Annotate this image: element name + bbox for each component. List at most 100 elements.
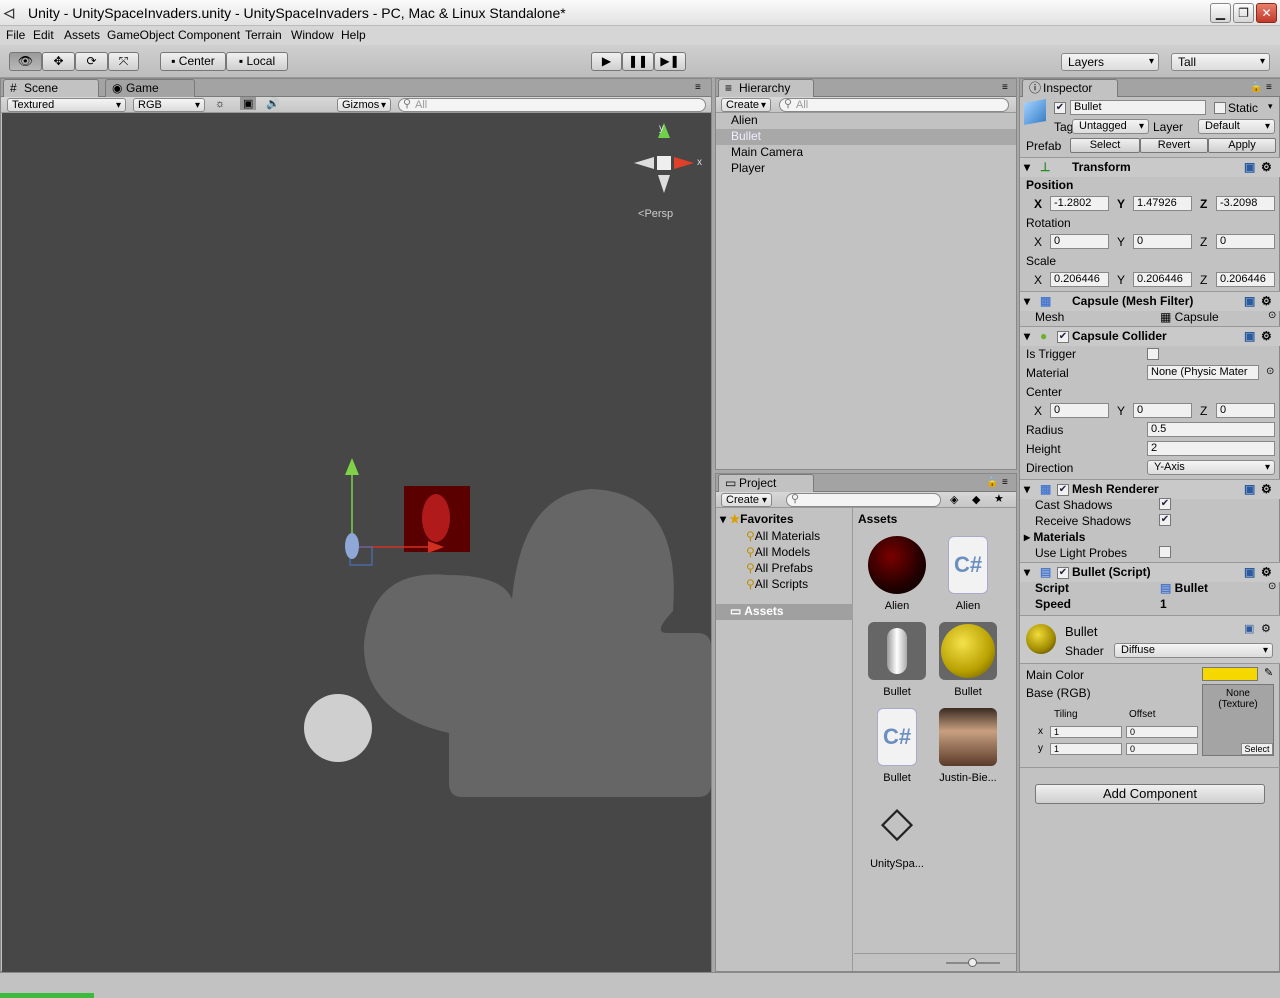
mesh-field[interactable]: ▦ Capsule (1160, 310, 1219, 324)
favorite-star-icon[interactable]: ★ (994, 492, 1004, 505)
tab-inspector[interactable]: ⓘ Inspector (1022, 79, 1118, 97)
materials-foldout[interactable]: ▸ Materials (1024, 530, 1085, 544)
receive-shadows-checkbox[interactable]: ✔ (1159, 514, 1171, 526)
panel-menu-icon[interactable]: ≡ (695, 82, 701, 93)
play-button[interactable]: ▶ (591, 52, 622, 71)
center-y-input[interactable]: 0 (1133, 403, 1192, 418)
bullet-capsule[interactable] (345, 533, 359, 559)
position-y-input[interactable]: 1.47926 (1133, 196, 1192, 211)
slider-thumb[interactable] (968, 958, 977, 967)
image-toggle-icon[interactable]: ▣ (240, 97, 257, 110)
script-field[interactable]: ▤ Bullet (1160, 581, 1208, 595)
tab-project[interactable]: ▭ Project (718, 474, 814, 492)
project-search-input[interactable] (786, 493, 941, 507)
gear-icon[interactable]: ⚙ (1261, 327, 1272, 345)
filter-label-icon[interactable]: ◆ (972, 493, 980, 506)
static-checkbox[interactable] (1214, 102, 1226, 114)
pivot-center-button[interactable]: ▪ Center (160, 52, 226, 71)
hierarchy-create-dropdown[interactable]: Create (721, 98, 771, 112)
asset-bullet-script[interactable]: C# Bullet (864, 708, 930, 784)
menu-terrain[interactable]: Terrain (245, 28, 282, 42)
layout-dropdown[interactable]: Tall (1171, 53, 1270, 71)
pivot-local-button[interactable]: ▪ Local (226, 52, 288, 71)
gizmos-dropdown[interactable]: Gizmos (337, 98, 391, 112)
filter-type-icon[interactable]: ◈ (950, 493, 958, 506)
menu-gameobject[interactable]: GameObject (107, 28, 174, 42)
fav-all-scripts[interactable]: ⚲All Scripts (746, 576, 820, 592)
y-axis-arrow[interactable] (345, 458, 359, 475)
help-icon[interactable]: ▣ (1244, 622, 1254, 635)
prefab-revert-button[interactable]: Revert (1140, 138, 1208, 153)
collider-material-field[interactable]: None (Physic Mater (1147, 365, 1259, 380)
renderer-enabled-checkbox[interactable]: ✔ (1057, 484, 1069, 496)
close-button[interactable]: ✕ (1256, 3, 1277, 23)
radius-input[interactable]: 0.5 (1147, 422, 1275, 437)
fav-all-prefabs[interactable]: ⚲All Prefabs (746, 560, 820, 576)
audio-toggle-icon[interactable]: 🔊 (266, 97, 280, 110)
active-checkbox[interactable]: ✔ (1054, 102, 1066, 114)
menu-component[interactable]: Component (178, 28, 240, 42)
object-picker-icon[interactable]: ⊙ (1268, 310, 1276, 321)
bullet-script-header[interactable]: ▾ ▤ ✔ Bullet (Script) ▣ ⚙ (1020, 562, 1280, 582)
is-trigger-checkbox[interactable] (1147, 348, 1159, 360)
inspector-menu-icon[interactable]: ≡ (1266, 82, 1272, 93)
player-sphere[interactable] (304, 694, 372, 762)
tag-dropdown[interactable]: Untagged (1072, 119, 1149, 134)
gear-icon[interactable]: ⚙ (1261, 622, 1271, 635)
help-icon[interactable]: ▣ (1244, 480, 1255, 498)
speed-input[interactable]: 1 (1160, 597, 1167, 611)
layer-dropdown[interactable]: Default (1198, 119, 1275, 134)
mesh-renderer-header[interactable]: ▾ ▦ ✔ Mesh Renderer ▣ ⚙ (1020, 479, 1280, 499)
help-icon[interactable]: ▣ (1244, 158, 1255, 176)
fav-all-materials[interactable]: ⚲All Materials (746, 528, 820, 544)
menu-assets[interactable]: Assets (64, 28, 100, 42)
transform-header[interactable]: ▾ ⊥ Transform ▣ ⚙ (1020, 157, 1280, 177)
eyedropper-icon[interactable]: ✎ (1264, 666, 1273, 679)
rotation-y-input[interactable]: 0 (1133, 234, 1192, 249)
direction-dropdown[interactable]: Y-Axis (1147, 460, 1275, 475)
view-tool-button[interactable]: 👁 (9, 52, 42, 71)
tab-hierarchy[interactable]: ≡ Hierarchy (718, 79, 814, 97)
offset-x-input[interactable]: 0 (1126, 726, 1198, 738)
asset-bullet-material[interactable]: Bullet (935, 622, 1001, 698)
move-tool-button[interactable]: ✥ (42, 52, 75, 71)
center-z-input[interactable]: 0 (1216, 403, 1275, 418)
asset-bullet-prefab[interactable]: Bullet (864, 622, 930, 698)
prefab-apply-button[interactable]: Apply (1208, 138, 1276, 153)
height-input[interactable]: 2 (1147, 441, 1275, 456)
light-probes-checkbox[interactable] (1159, 546, 1171, 558)
hierarchy-search-input[interactable]: All (779, 98, 1009, 112)
orientation-gizmo[interactable] (634, 123, 694, 193)
main-color-swatch[interactable] (1202, 667, 1258, 681)
menu-window[interactable]: Window (291, 28, 334, 42)
position-x-input[interactable]: -1.2802 (1050, 196, 1109, 211)
persp-label[interactable]: <Persp (638, 208, 673, 220)
position-z-input[interactable]: -3.2098 (1216, 196, 1275, 211)
prefab-select-button[interactable]: Select (1070, 138, 1140, 153)
object-name-input[interactable]: Bullet (1070, 100, 1206, 115)
maximize-button[interactable]: ❐ (1233, 3, 1254, 23)
menu-edit[interactable]: Edit (33, 28, 54, 42)
scene-viewport[interactable]: y x <Persp (2, 113, 711, 972)
render-mode-dropdown[interactable]: Textured (7, 98, 126, 112)
layers-dropdown[interactable]: Layers (1061, 53, 1159, 71)
static-dropdown-icon[interactable]: ▾ (1268, 101, 1273, 112)
object-picker-icon[interactable]: ⊙ (1268, 581, 1276, 592)
cast-shadows-checkbox[interactable]: ✔ (1159, 498, 1171, 510)
hierarchy-item-bullet[interactable]: Bullet (716, 129, 1016, 145)
minimize-button[interactable]: ▁ (1210, 3, 1231, 23)
help-icon[interactable]: ▣ (1244, 327, 1255, 345)
asset-alien-script[interactable]: C# Alien (935, 536, 1001, 612)
assets-folder-node[interactable]: ▭ Assets (716, 604, 853, 620)
hierarchy-item-main-camera[interactable]: Main Camera (716, 145, 1016, 161)
hierarchy-menu-icon[interactable]: ≡ (1002, 82, 1008, 93)
favorites-node[interactable]: ▾ ★Favorites (720, 512, 794, 526)
tiling-y-input[interactable]: 1 (1050, 743, 1122, 755)
offset-y-input[interactable]: 0 (1126, 743, 1198, 755)
project-menu-icon[interactable]: ≡ (1002, 477, 1008, 488)
asset-alien-material[interactable]: Alien (864, 536, 930, 612)
rotation-z-input[interactable]: 0 (1216, 234, 1275, 249)
hierarchy-item-alien[interactable]: Alien (716, 113, 1016, 129)
gear-icon[interactable]: ⚙ (1261, 158, 1272, 176)
add-component-button[interactable]: Add Component (1035, 784, 1265, 804)
